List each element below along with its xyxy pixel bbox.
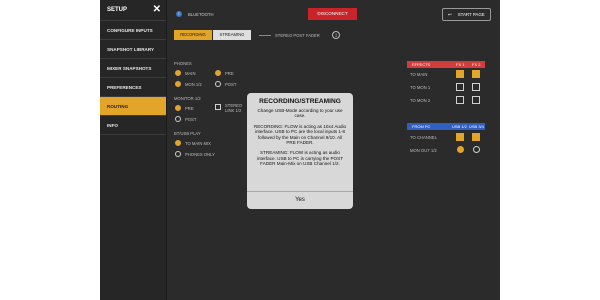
monitor-pre-radio[interactable] [175, 105, 181, 111]
effects-header-label: EFFECTS [412, 62, 431, 67]
mon-out-usb34-radio[interactable] [473, 146, 480, 153]
phones-label: PHONES [174, 61, 192, 66]
effects-to-main-fx1-toggle[interactable] [456, 70, 464, 78]
phones-post-radio[interactable] [215, 81, 221, 87]
sidebar-item-configure-inputs[interactable]: CONFIGURE INPUTS [100, 21, 166, 40]
setup-sidebar: SETUP ✕ CONFIGURE INPUTS SNAPSHOT LIBRAR… [100, 0, 167, 300]
to-main-mix-label: TO MAIN MIX [185, 141, 211, 146]
usb34-header: USB 3/4 [469, 124, 484, 129]
phones-only-label: PHONES ONLY [185, 152, 215, 157]
effects-to-mon2-fx1-toggle[interactable] [456, 96, 464, 104]
dialog-intro: Change USB-Mode according to your use ca… [257, 108, 343, 119]
stereo-link-label: STEREO LINK 1/2 [225, 103, 243, 113]
fx1-header: FX 1 [456, 62, 465, 67]
stereo-post-fader-label: STEREO POST FADER [275, 33, 320, 38]
dialog-title: RECORDING/STREAMING [259, 98, 341, 105]
start-page-label: START PAGE [457, 12, 485, 17]
sidebar-item-snapshot-library[interactable]: SNAPSHOT LIBRARY [100, 40, 166, 59]
monitor-post-radio[interactable] [175, 116, 181, 122]
phones-mon12-label: MON 1/2 [185, 82, 202, 87]
from-pc-header: FROM PC USB 1/2 USB 3/4 [407, 123, 485, 130]
sidebar-item-label: PREFERENCES [107, 84, 142, 90]
sidebar-item-label: SNAPSHOT LIBRARY [107, 46, 155, 52]
phones-mon12-radio[interactable] [175, 81, 181, 87]
tab-streaming[interactable]: STREAMING [213, 30, 251, 40]
bt-usb-play-label: BT/USB PLAY [174, 131, 201, 136]
sidebar-item-routing[interactable]: ROUTING [100, 97, 166, 116]
to-main-mix-radio[interactable] [175, 140, 181, 146]
close-icon[interactable]: ✕ [153, 5, 161, 15]
monitor-post-label: POST [185, 117, 197, 122]
bluetooth-label: BLUETOOTH [188, 12, 214, 17]
bluetooth-icon: ᛒ [176, 11, 182, 17]
effects-header: EFFECTS FX 1 FX 2 [407, 61, 485, 68]
fx2-header: FX 2 [472, 62, 481, 67]
phones-only-radio[interactable] [175, 151, 181, 157]
sidebar-item-label: MIXER SNAPSHOTS [107, 65, 152, 71]
monitor-label: MONITOR 1/2 [174, 96, 201, 101]
sidebar-header: SETUP ✕ [100, 0, 166, 21]
effects-row-label: TO MON 1 [410, 85, 431, 90]
usb12-header: USB 1/2 [452, 124, 467, 129]
phones-post-label: POST [225, 82, 237, 87]
to-channel-usb12-toggle[interactable] [456, 133, 464, 141]
effects-to-mon2-fx2-toggle[interactable] [472, 96, 480, 104]
yes-button[interactable]: Yes [247, 192, 353, 209]
divider [259, 35, 271, 36]
effects-row-label: TO MON 2 [410, 98, 431, 103]
phones-pre-radio[interactable] [215, 70, 221, 76]
effects-to-mon1-fx2-toggle[interactable] [472, 83, 480, 91]
phones-main-label: MAIN [185, 71, 196, 76]
from-pc-row-label: TO CHANNEL [410, 135, 437, 140]
monitor-pre-label: PRE [185, 106, 194, 111]
from-pc-header-label: FROM PC [412, 124, 431, 129]
sidebar-item-mixer-snapshots[interactable]: MIXER SNAPSHOTS [100, 59, 166, 78]
dialog-streaming-text: STREAMING: FLOW is acting as audio inter… [256, 150, 344, 167]
stereo-link-checkbox[interactable] [215, 104, 221, 110]
tab-recording[interactable]: RECORDING [174, 30, 212, 40]
sidebar-item-label: ROUTING [107, 103, 129, 109]
disconnect-button[interactable]: DISCONNECT [308, 8, 357, 20]
mon-out-usb12-radio[interactable] [457, 146, 464, 153]
sidebar-item-info[interactable]: INFO [100, 116, 166, 135]
sidebar-item-preferences[interactable]: PREFERENCES [100, 78, 166, 97]
to-channel-usb34-toggle[interactable] [472, 133, 480, 141]
info-icon[interactable]: i [332, 31, 340, 39]
effects-to-main-fx2-toggle[interactable] [472, 70, 480, 78]
return-icon: ↩ [448, 11, 452, 17]
phones-pre-label: PRE [225, 71, 234, 76]
phones-main-radio[interactable] [175, 70, 181, 76]
recording-streaming-dialog: RECORDING/STREAMING Change USB-Mode acco… [247, 93, 353, 209]
start-page-button[interactable]: ↩ START PAGE [442, 8, 491, 21]
dialog-recording-text: RECORDING: FLOW is acting as 10x4 Audio … [253, 123, 347, 146]
effects-row-label: TO MAIN [410, 72, 428, 77]
effects-to-mon1-fx1-toggle[interactable] [456, 83, 464, 91]
sidebar-title: SETUP [107, 7, 128, 13]
sidebar-item-label: INFO [107, 122, 118, 128]
from-pc-row-label: MON OUT 1/2 [410, 148, 437, 153]
sidebar-item-label: CONFIGURE INPUTS [107, 27, 153, 33]
